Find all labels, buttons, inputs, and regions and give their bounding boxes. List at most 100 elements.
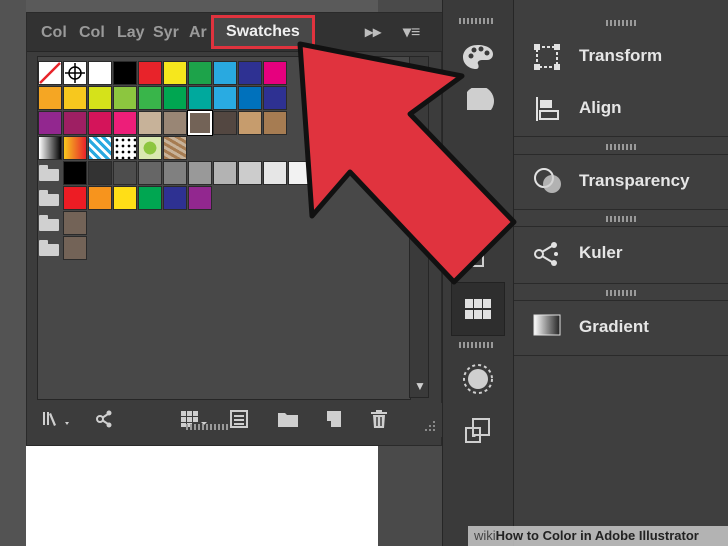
symbols-icon[interactable]	[451, 230, 505, 284]
tab-symbols[interactable]: Syr	[153, 22, 179, 44]
panel-align[interactable]: Align	[514, 84, 728, 137]
color-swatch[interactable]	[63, 236, 87, 260]
swatches-grid-icon[interactable]	[451, 282, 505, 336]
color-swatch[interactable]	[113, 86, 137, 110]
panel-icon-dock	[442, 0, 514, 546]
color-swatch[interactable]	[163, 186, 187, 210]
tab-swatches[interactable]: Swatches	[211, 15, 315, 49]
registration-swatch[interactable]	[63, 61, 87, 85]
swatch-group-folder-icon[interactable]	[39, 165, 61, 181]
color-swatch[interactable]	[187, 110, 213, 136]
color-swatch[interactable]	[163, 111, 187, 135]
color-swatch[interactable]	[163, 61, 187, 85]
gradient-swatch[interactable]	[38, 136, 62, 160]
color-swatch[interactable]	[138, 111, 162, 135]
swatch-group-folder-icon[interactable]	[39, 240, 61, 256]
color-swatch[interactable]	[138, 186, 162, 210]
color-swatch[interactable]	[238, 111, 262, 135]
new-swatch-icon[interactable]	[323, 409, 343, 433]
tab-color-guide[interactable]: Col	[79, 22, 105, 44]
color-swatch[interactable]	[138, 161, 162, 185]
panel-menu-icon[interactable]: ▾≡	[403, 22, 420, 42]
collapse-panel-icon[interactable]: ▸▸	[365, 22, 381, 42]
color-swatch[interactable]	[238, 161, 262, 185]
color-swatch[interactable]	[113, 161, 137, 185]
color-swatch[interactable]	[213, 161, 237, 185]
color-swatch[interactable]	[88, 186, 112, 210]
color-swatch[interactable]	[213, 86, 237, 110]
panel-gradient[interactable]: Gradient	[514, 300, 728, 356]
color-swatch[interactable]	[238, 86, 262, 110]
color-swatch[interactable]	[113, 111, 137, 135]
panel-resize-grip[interactable]	[186, 424, 230, 430]
color-swatch[interactable]	[88, 161, 112, 185]
color-swatch[interactable]	[138, 86, 162, 110]
show-kinds-icon[interactable]	[95, 409, 117, 433]
color-swatch[interactable]	[188, 61, 212, 85]
color-swatch[interactable]	[263, 111, 287, 135]
palette-icon[interactable]	[451, 30, 505, 84]
scrollbar[interactable]: ▲ ▼	[409, 56, 429, 398]
pattern-swatch[interactable]	[163, 136, 187, 160]
dock-grip[interactable]	[606, 290, 638, 296]
watermark-brand: wiki	[474, 528, 496, 543]
color-swatch[interactable]	[163, 161, 187, 185]
color-swatch[interactable]	[288, 161, 312, 185]
brush-icon[interactable]	[451, 132, 505, 186]
dock-grip[interactable]	[606, 20, 638, 26]
color-swatch[interactable]	[238, 61, 262, 85]
pattern-swatch[interactable]	[138, 136, 162, 160]
delete-icon[interactable]	[369, 409, 389, 433]
artboards-icon[interactable]	[451, 404, 505, 458]
color-swatch[interactable]	[188, 86, 212, 110]
color-swatch[interactable]	[38, 86, 62, 110]
none-swatch[interactable]	[38, 61, 62, 85]
color-swatch[interactable]	[138, 61, 162, 85]
panel-kuler[interactable]: Kuler	[514, 226, 728, 284]
panel-transparency[interactable]: Transparency	[514, 154, 728, 210]
dock-grip[interactable]	[606, 144, 638, 150]
swatch-group-folder-icon[interactable]	[39, 215, 61, 231]
color-swatch[interactable]	[163, 86, 187, 110]
color-swatch[interactable]	[213, 111, 237, 135]
color-swatch[interactable]	[63, 211, 87, 235]
color-swatch[interactable]	[188, 161, 212, 185]
panel-transform[interactable]: Transform	[514, 32, 728, 85]
panel-label: Align	[579, 98, 622, 117]
new-group-icon[interactable]	[277, 409, 299, 433]
align-icon	[532, 94, 562, 131]
panel-label: Transparency	[579, 171, 690, 190]
scroll-up-icon[interactable]: ▲	[414, 63, 426, 77]
tab-layers[interactable]: Lay	[117, 22, 145, 44]
pattern-swatch[interactable]	[113, 136, 137, 160]
appearance-icon[interactable]	[451, 352, 505, 406]
color-swatch[interactable]	[263, 86, 287, 110]
tab-artboards[interactable]: Ar	[189, 22, 207, 44]
color-swatch[interactable]	[63, 161, 87, 185]
color-swatch[interactable]	[63, 111, 87, 135]
color-swatch[interactable]	[88, 86, 112, 110]
gradient-swatch[interactable]	[63, 136, 87, 160]
swatch-group-folder-icon[interactable]	[39, 190, 61, 206]
color-swatch[interactable]	[88, 111, 112, 135]
dock-grip[interactable]	[606, 216, 638, 222]
scroll-down-icon[interactable]: ▼	[414, 379, 426, 393]
color-swatch[interactable]	[213, 61, 237, 85]
swatch-libraries-icon[interactable]	[41, 409, 73, 433]
tab-color[interactable]: Col	[41, 22, 67, 44]
color-swatch[interactable]	[263, 161, 287, 185]
resize-grip-icon[interactable]	[423, 417, 437, 437]
color-swatch[interactable]	[63, 86, 87, 110]
color-swatch[interactable]	[263, 61, 287, 85]
dock-grip[interactable]	[459, 18, 495, 24]
color-swatch[interactable]	[113, 61, 137, 85]
gradient-swatch[interactable]	[88, 136, 112, 160]
color-swatch[interactable]	[38, 111, 62, 135]
color-swatch[interactable]	[188, 186, 212, 210]
dock-grip[interactable]	[459, 342, 495, 348]
color-guide-icon[interactable]	[451, 78, 505, 132]
color-group-icon[interactable]	[229, 409, 249, 433]
color-swatch[interactable]	[113, 186, 137, 210]
color-swatch[interactable]	[63, 186, 87, 210]
color-swatch[interactable]	[88, 61, 112, 85]
